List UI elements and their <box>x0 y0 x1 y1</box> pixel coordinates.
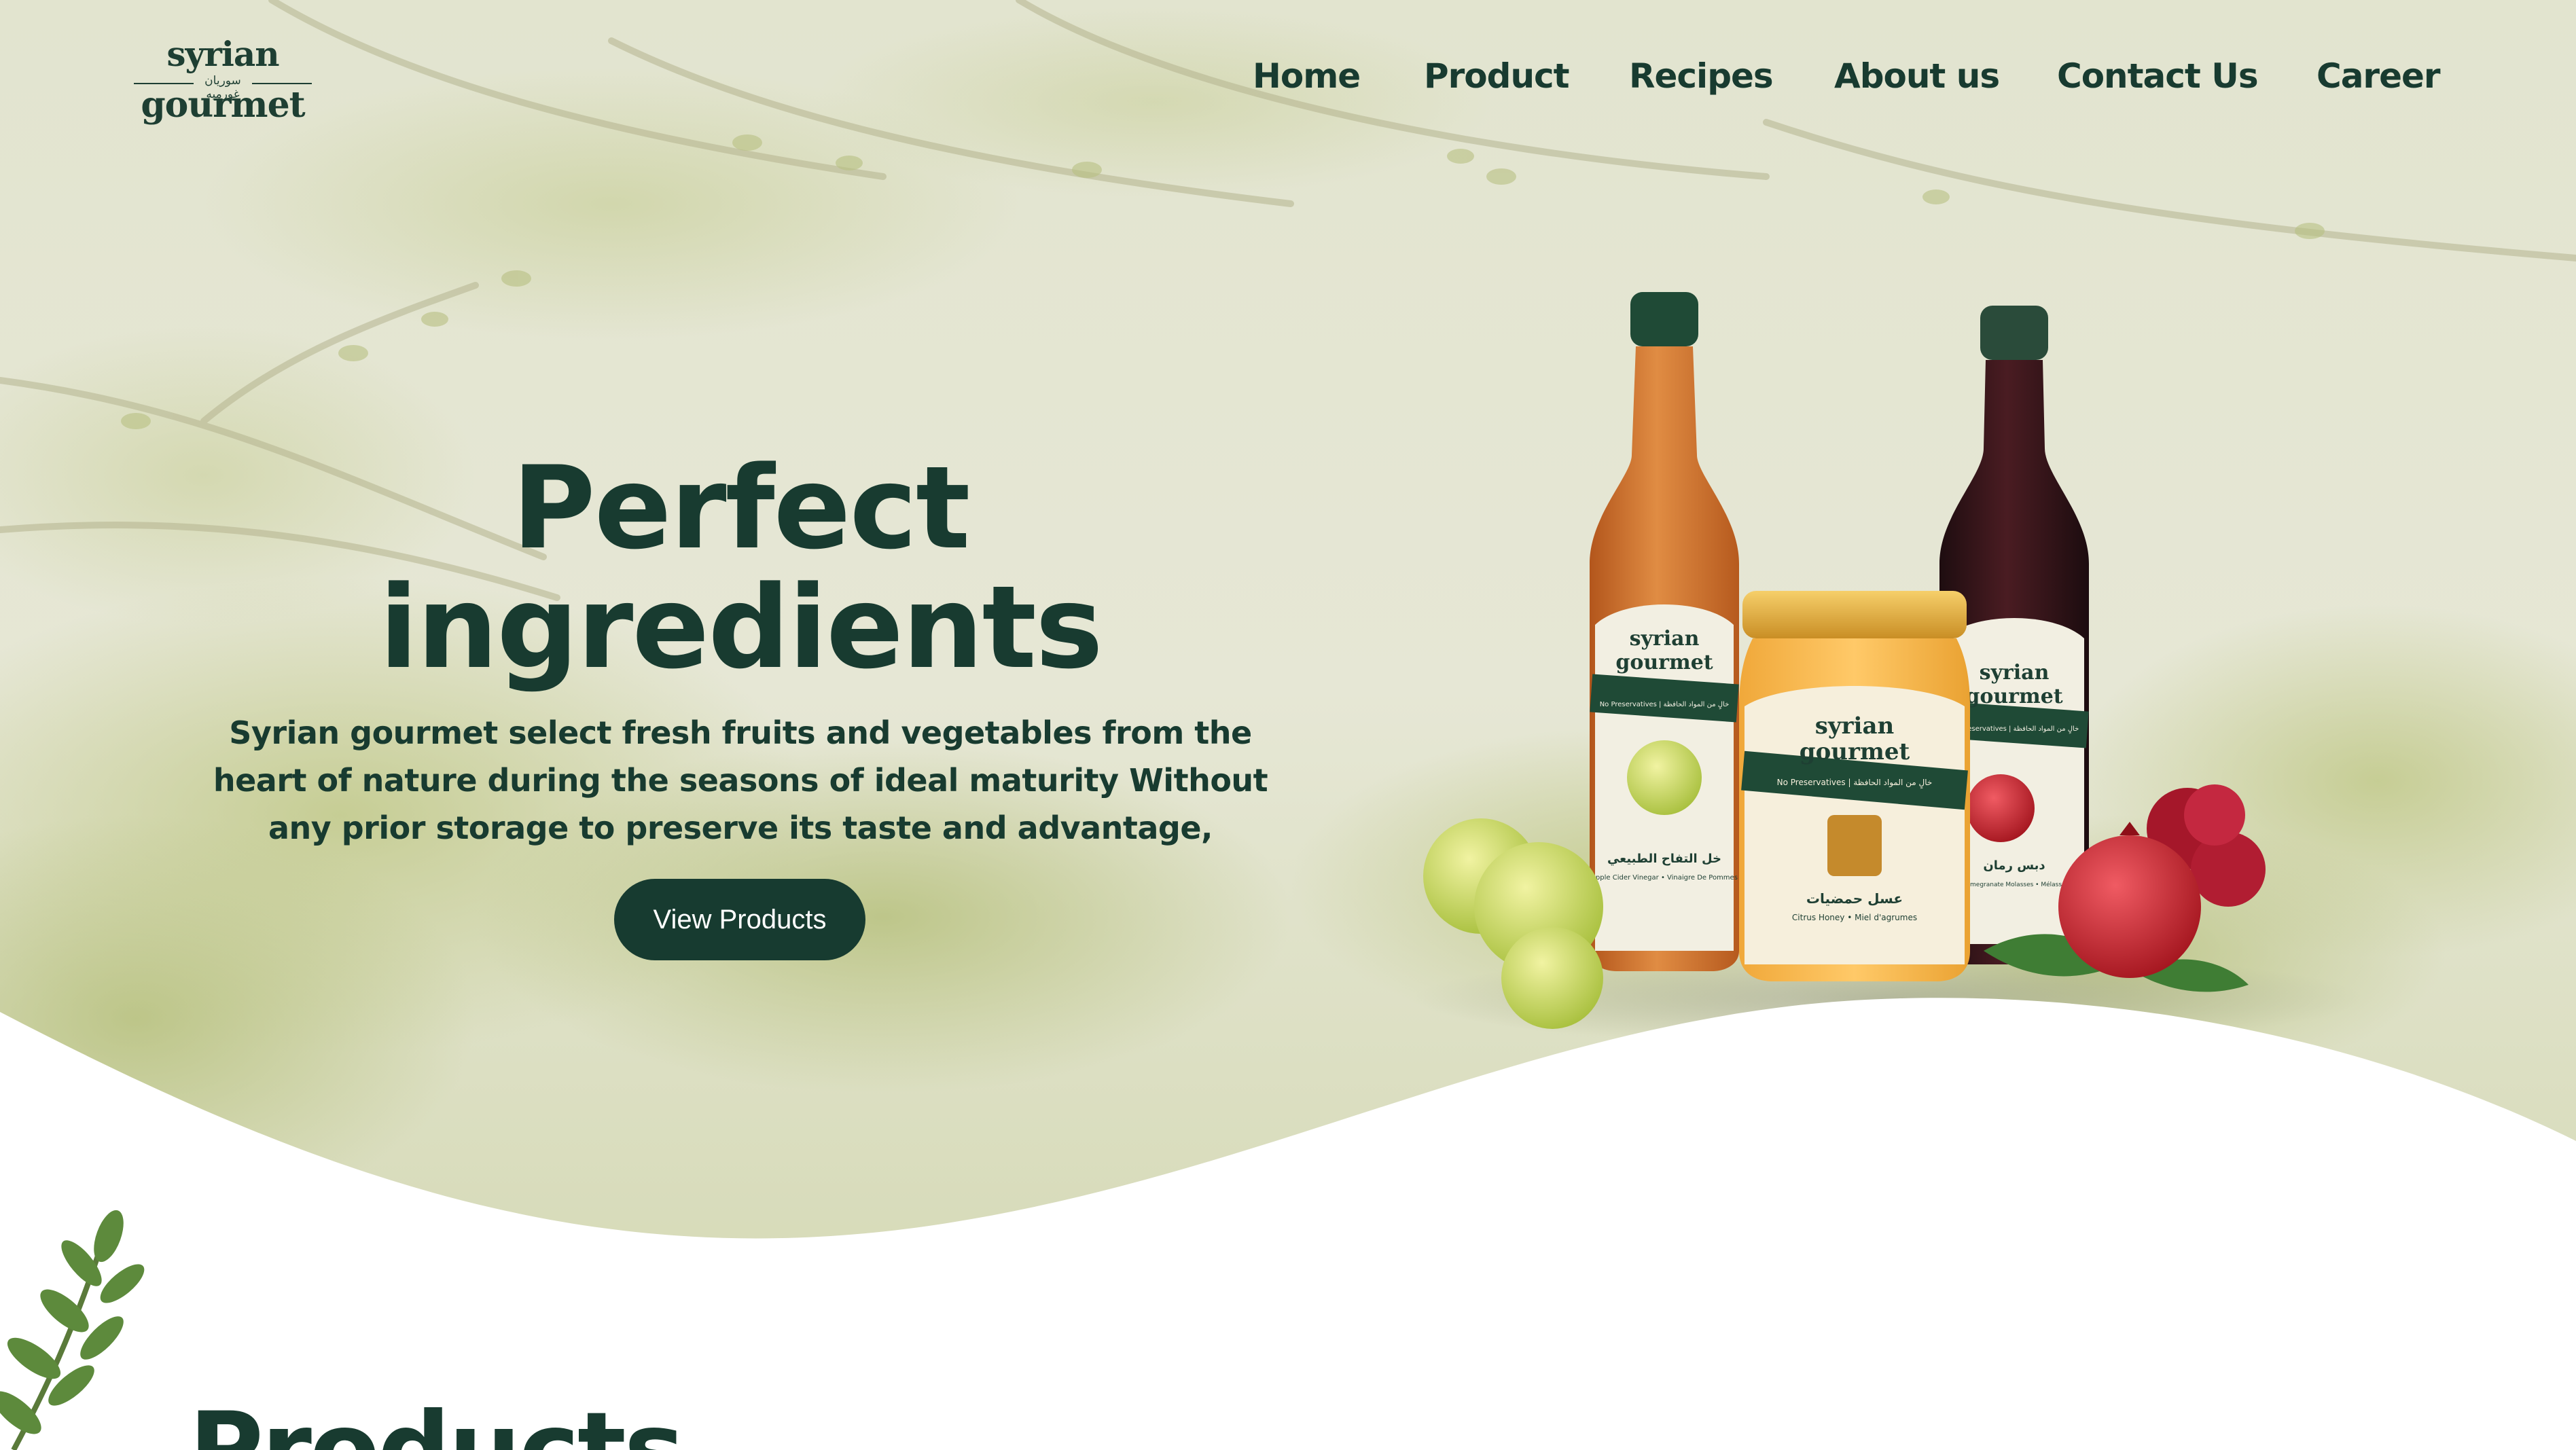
view-products-button[interactable]: View Products <box>614 879 865 960</box>
logo-wordmark-bottom: gourmet <box>141 84 305 126</box>
apples <box>1423 818 1603 1029</box>
molasses-label-name-ar: دبس رمان <box>1983 858 2045 873</box>
apple-vinegar-bottle: syrian gourmet No Preservatives | خالٍ م… <box>1590 292 1739 971</box>
hero-description: Syrian gourmet select fresh fruits and v… <box>213 714 1268 846</box>
vinegar-label-name-en: Apple Cider Vinegar • Vinaigre De Pommes <box>1591 874 1738 882</box>
brand-logo[interactable]: syrian سوريان غورميه gourmet <box>131 34 315 129</box>
honey-label-brand-top: syrian <box>1815 712 1894 740</box>
vinegar-label-brand-bottom: gourmet <box>1615 651 1713 674</box>
molasses-label-brand-top: syrian <box>1980 661 2050 685</box>
hero-headline: Perfect ingredients <box>312 448 1168 687</box>
products-section-heading: Products <box>189 1391 685 1450</box>
honey-label-name-ar: عسل حمضيات <box>1806 890 1903 907</box>
nav-home[interactable]: Home <box>1253 56 1361 96</box>
hero-headline-line1: Perfect <box>512 441 971 575</box>
honey-label-name-en: Citrus Honey • Miel d'agrumes <box>1792 913 1917 922</box>
vinegar-label-brand-top: syrian <box>1630 627 1700 651</box>
nav-career[interactable]: Career <box>2316 56 2441 96</box>
hero-product-image: syrian gourmet No Preservatives | خالٍ م… <box>1423 292 2266 1029</box>
nav-about-us[interactable]: About us <box>1834 56 2000 96</box>
hero-headline-line2: ingredients <box>379 561 1103 694</box>
page: syrian سوريان غورميه gourmet Home Produc… <box>0 0 2576 1450</box>
molasses-label-brand-bottom: gourmet <box>1965 685 2062 708</box>
logo-wordmark-top: syrian <box>166 34 279 74</box>
leaf-decoration <box>0 1210 145 1450</box>
vinegar-label-name-ar: خل التفاح الطبيعي <box>1607 852 1721 866</box>
honey-label-brand-bottom: gourmet <box>1800 738 1910 765</box>
nav-product[interactable]: Product <box>1424 56 1570 96</box>
molasses-label-name-en: Pomegranate Molasses • Mélasse <box>1963 881 2066 888</box>
citrus-honey-jar: syrian gourmet No Preservatives | خالٍ م… <box>1739 591 1970 981</box>
nav-contact-us[interactable]: Contact Us <box>2057 56 2259 96</box>
nav-recipes[interactable]: Recipes <box>1629 56 1774 96</box>
